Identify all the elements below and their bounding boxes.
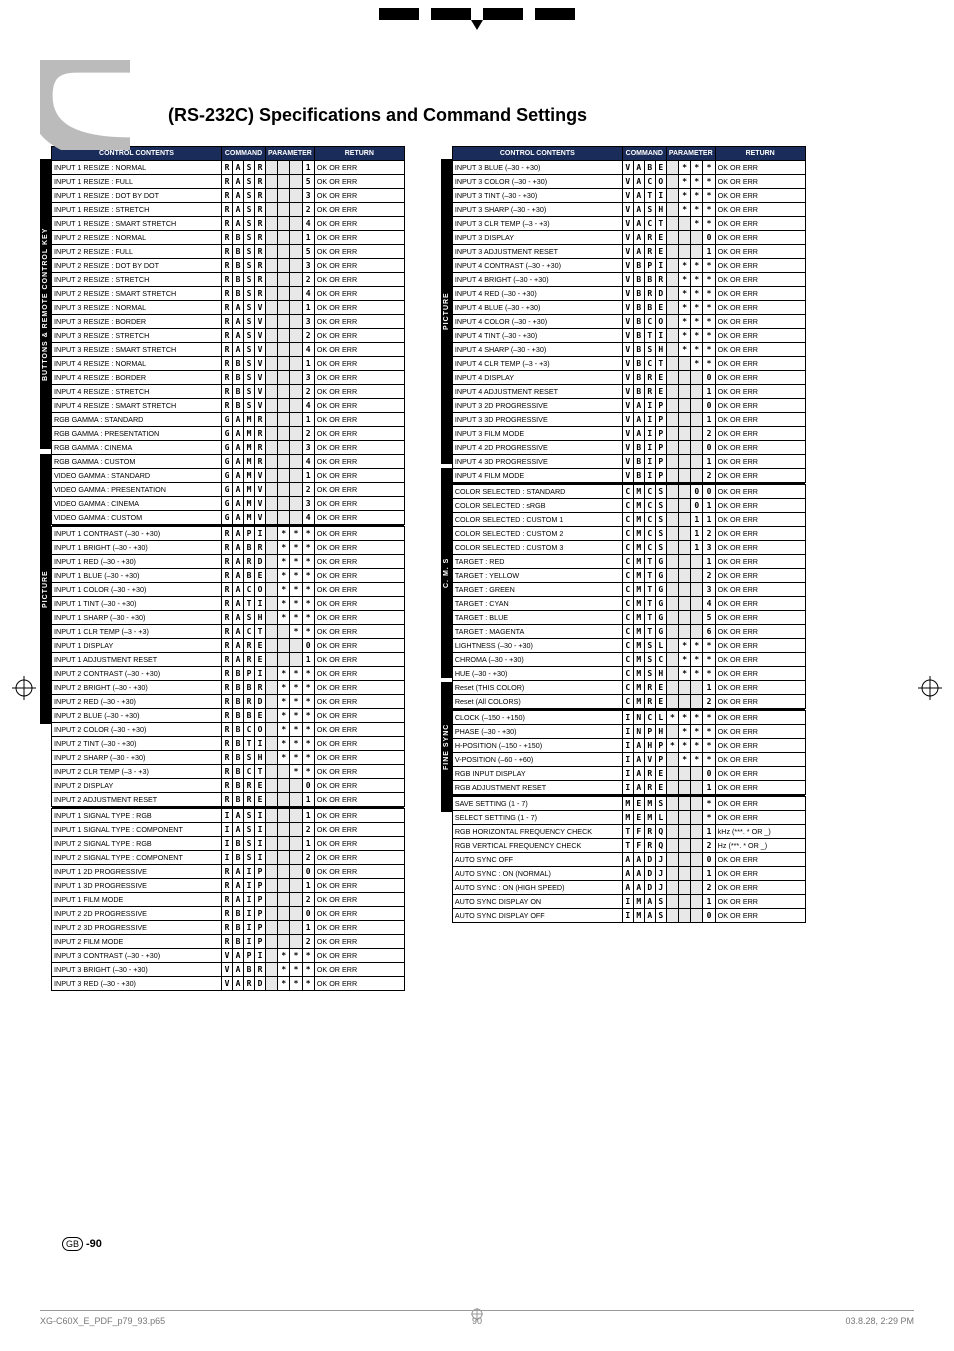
page-title: (RS-232C) Specifications and Command Set… xyxy=(168,105,914,126)
vlabel-picture2: PICTURE xyxy=(441,159,452,464)
vlabel-picture1: PICTURE xyxy=(40,454,51,724)
vlabel-finesync: FINE SYNC xyxy=(441,682,452,812)
page-number: GB-90 xyxy=(62,1237,102,1251)
spec-table-1: CONTROL CONTENTSCOMMANDPARAMETERRETURNIN… xyxy=(51,146,405,991)
spec-table-2: CONTROL CONTENTSCOMMANDPARAMETERRETURNIN… xyxy=(452,146,806,923)
vlabel-cms: C. M. S xyxy=(441,468,452,678)
vlabel-buttons: BUTTONS & REMOTE CONTROL KEY xyxy=(40,159,51,449)
